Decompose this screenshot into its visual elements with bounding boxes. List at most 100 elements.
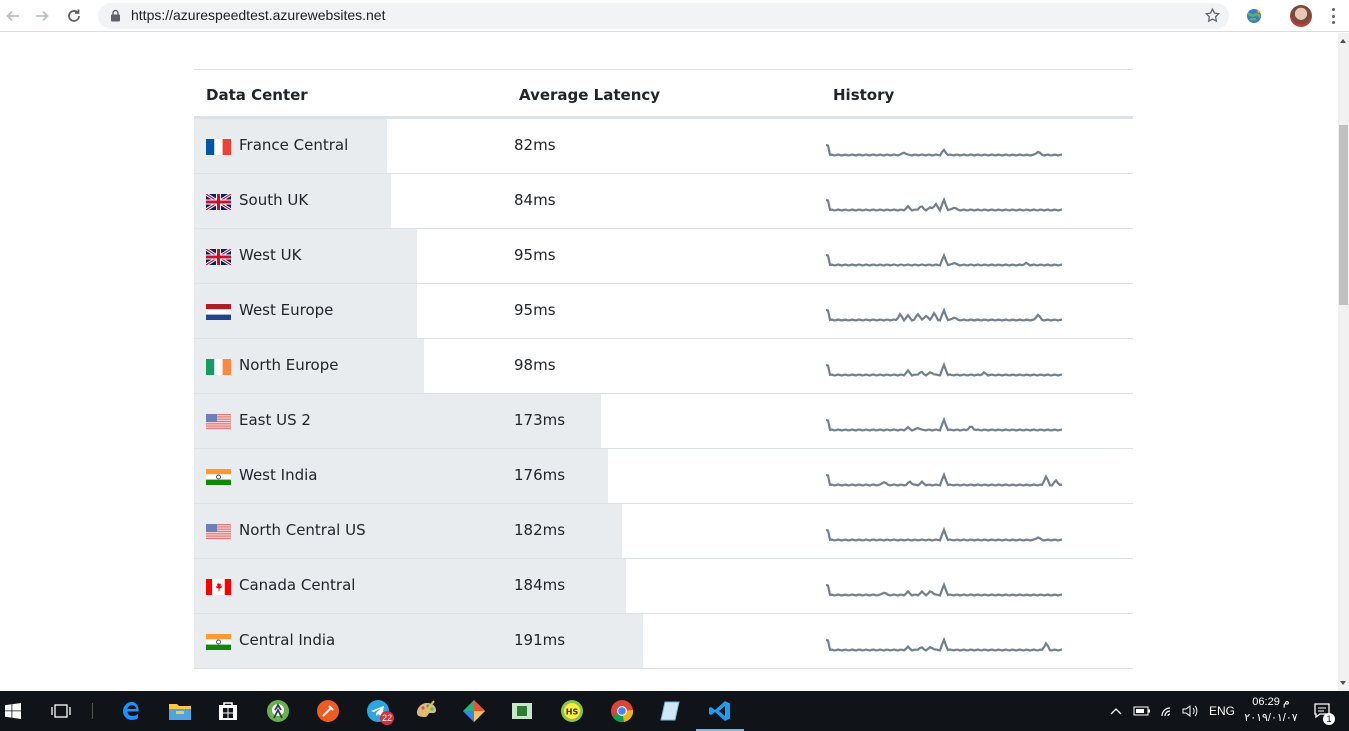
bookmark-star-icon[interactable] [1204, 7, 1221, 24]
sparkline-trace [826, 636, 1063, 652]
android-studio-app[interactable] [254, 691, 302, 731]
paint-app[interactable] [402, 691, 450, 731]
table-row: North Europe 98ms [194, 339, 1133, 394]
vertical-scrollbar[interactable] [1338, 33, 1349, 691]
india-flag-icon [206, 469, 231, 485]
table-body: France Central 82ms South UK 84ms West UK 95m… [194, 119, 1133, 669]
history-sparkline [826, 252, 1063, 267]
postman-icon [317, 700, 339, 722]
volume-control[interactable] [1182, 691, 1198, 731]
history-sparkline [826, 526, 1063, 542]
history-sparkline [826, 581, 1063, 597]
history-sparkline [826, 307, 1063, 323]
show-hidden-icons[interactable] [1110, 691, 1122, 731]
average-latency-value: 191ms [514, 631, 566, 649]
reload-button[interactable] [62, 4, 86, 28]
average-latency-value: 82ms [514, 136, 556, 154]
uk-flag-icon [206, 249, 231, 265]
usa-flag-icon [206, 524, 231, 540]
chrome-app[interactable] [598, 691, 646, 731]
netherlands-flag-icon [206, 304, 231, 320]
taskbar-separator [92, 703, 93, 719]
postman-app[interactable] [304, 691, 352, 731]
chevron-up-icon [1110, 708, 1122, 715]
extension-globe-icon[interactable] [1244, 6, 1264, 26]
data-center-header: Data Center [206, 86, 308, 104]
telegram-app[interactable]: 22 [354, 691, 402, 731]
task-view-button[interactable] [37, 691, 85, 731]
svg-text:HS: HS [566, 708, 579, 717]
average-latency-value: 95ms [514, 301, 556, 319]
chrome-icon [611, 700, 634, 723]
sparkline-trace [826, 252, 1063, 267]
store-app[interactable] [204, 691, 252, 731]
table-row: Canada Central 184ms [194, 559, 1133, 614]
clock-date: ۲۰۱۹/۰۱/۰۷ [1244, 712, 1298, 724]
start-button[interactable] [0, 691, 37, 731]
average-latency-value: 98ms [514, 356, 556, 374]
hs-app-icon: HS [561, 700, 583, 722]
data-center-name: South UK [239, 191, 309, 209]
edge-app[interactable] [108, 691, 156, 731]
windows-taskbar: 22 HS ENG 06:29 م ۲۰۱۹/۰۱/۰۷ 1 [0, 691, 1349, 731]
average-latency-value: 95ms [514, 246, 556, 264]
tablet-app[interactable] [498, 691, 546, 731]
sparkline-trace [826, 143, 1063, 157]
data-center-name: East US 2 [239, 411, 311, 429]
forward-button[interactable] [30, 4, 54, 28]
average-latency-value: 84ms [514, 191, 556, 209]
url-text[interactable]: https://azurespeedtest.azurewebsites.net [131, 7, 385, 23]
browser-menu-icon[interactable] [1326, 6, 1340, 26]
wifi-status[interactable] [1160, 691, 1176, 731]
profile-avatar[interactable] [1290, 5, 1312, 27]
vscode-app[interactable] [696, 691, 744, 731]
address-bar[interactable]: https://azurespeedtest.azurewebsites.net [98, 3, 1229, 29]
back-button[interactable] [1, 4, 25, 28]
sparkline-trace [826, 361, 1063, 377]
france-flag-icon [206, 139, 231, 155]
edge-icon [123, 702, 139, 720]
data-center-name: North Central US [239, 521, 366, 539]
latency-table: Data Center Average Latency History Fran… [194, 69, 1133, 669]
history-sparkline [826, 196, 1063, 213]
reload-icon [68, 9, 80, 22]
average-latency-value: 184ms [514, 576, 566, 594]
battery-status[interactable] [1133, 691, 1151, 731]
scrollbar-thumb[interactable] [1339, 125, 1348, 305]
lock-icon [111, 9, 120, 22]
ireland-flag-icon [206, 359, 231, 375]
sparkline-trace [826, 196, 1063, 213]
table-row: France Central 82ms [194, 119, 1133, 174]
system-clock[interactable]: 06:29 م ۲۰۱۹/۰۱/۰۷ [1240, 694, 1302, 726]
table-row: Central India 191ms [194, 614, 1133, 669]
vscode-icon [709, 701, 730, 721]
scroll-down-arrow[interactable] [1340, 681, 1346, 685]
data-center-name: North Europe [239, 356, 339, 374]
input-language[interactable]: ENG [1209, 691, 1235, 731]
sparkline-trace [826, 307, 1063, 323]
table-row: West India 176ms [194, 449, 1133, 504]
action-center-button[interactable]: 1 [1313, 691, 1335, 731]
data-center-name: Canada Central [239, 576, 356, 594]
file-explorer-app[interactable] [156, 691, 204, 731]
gitkraken-app[interactable] [450, 691, 498, 731]
table-row: South UK 84ms [194, 174, 1133, 229]
table-row: West UK 95ms [194, 229, 1133, 284]
notes-app[interactable] [646, 691, 694, 731]
android-studio-icon [267, 700, 289, 722]
average-latency-value: 176ms [514, 466, 566, 484]
gitkraken-icon [463, 700, 485, 722]
data-center-name: West UK [239, 246, 302, 264]
usa-flag-icon [206, 414, 231, 430]
table-row: East US 2 173ms [194, 394, 1133, 449]
data-center-name: West Europe [239, 301, 334, 319]
table-header: Data Center Average Latency History [194, 69, 1133, 119]
data-center-name: Central India [239, 631, 336, 649]
volume-icon [1182, 705, 1198, 717]
average-latency-header: Average Latency [519, 86, 661, 104]
history-sparkline [826, 636, 1063, 652]
forward-arrow-icon [36, 10, 49, 22]
notes-icon [660, 701, 680, 721]
scroll-up-arrow[interactable] [1340, 39, 1346, 43]
hs-app[interactable]: HS [548, 691, 596, 731]
